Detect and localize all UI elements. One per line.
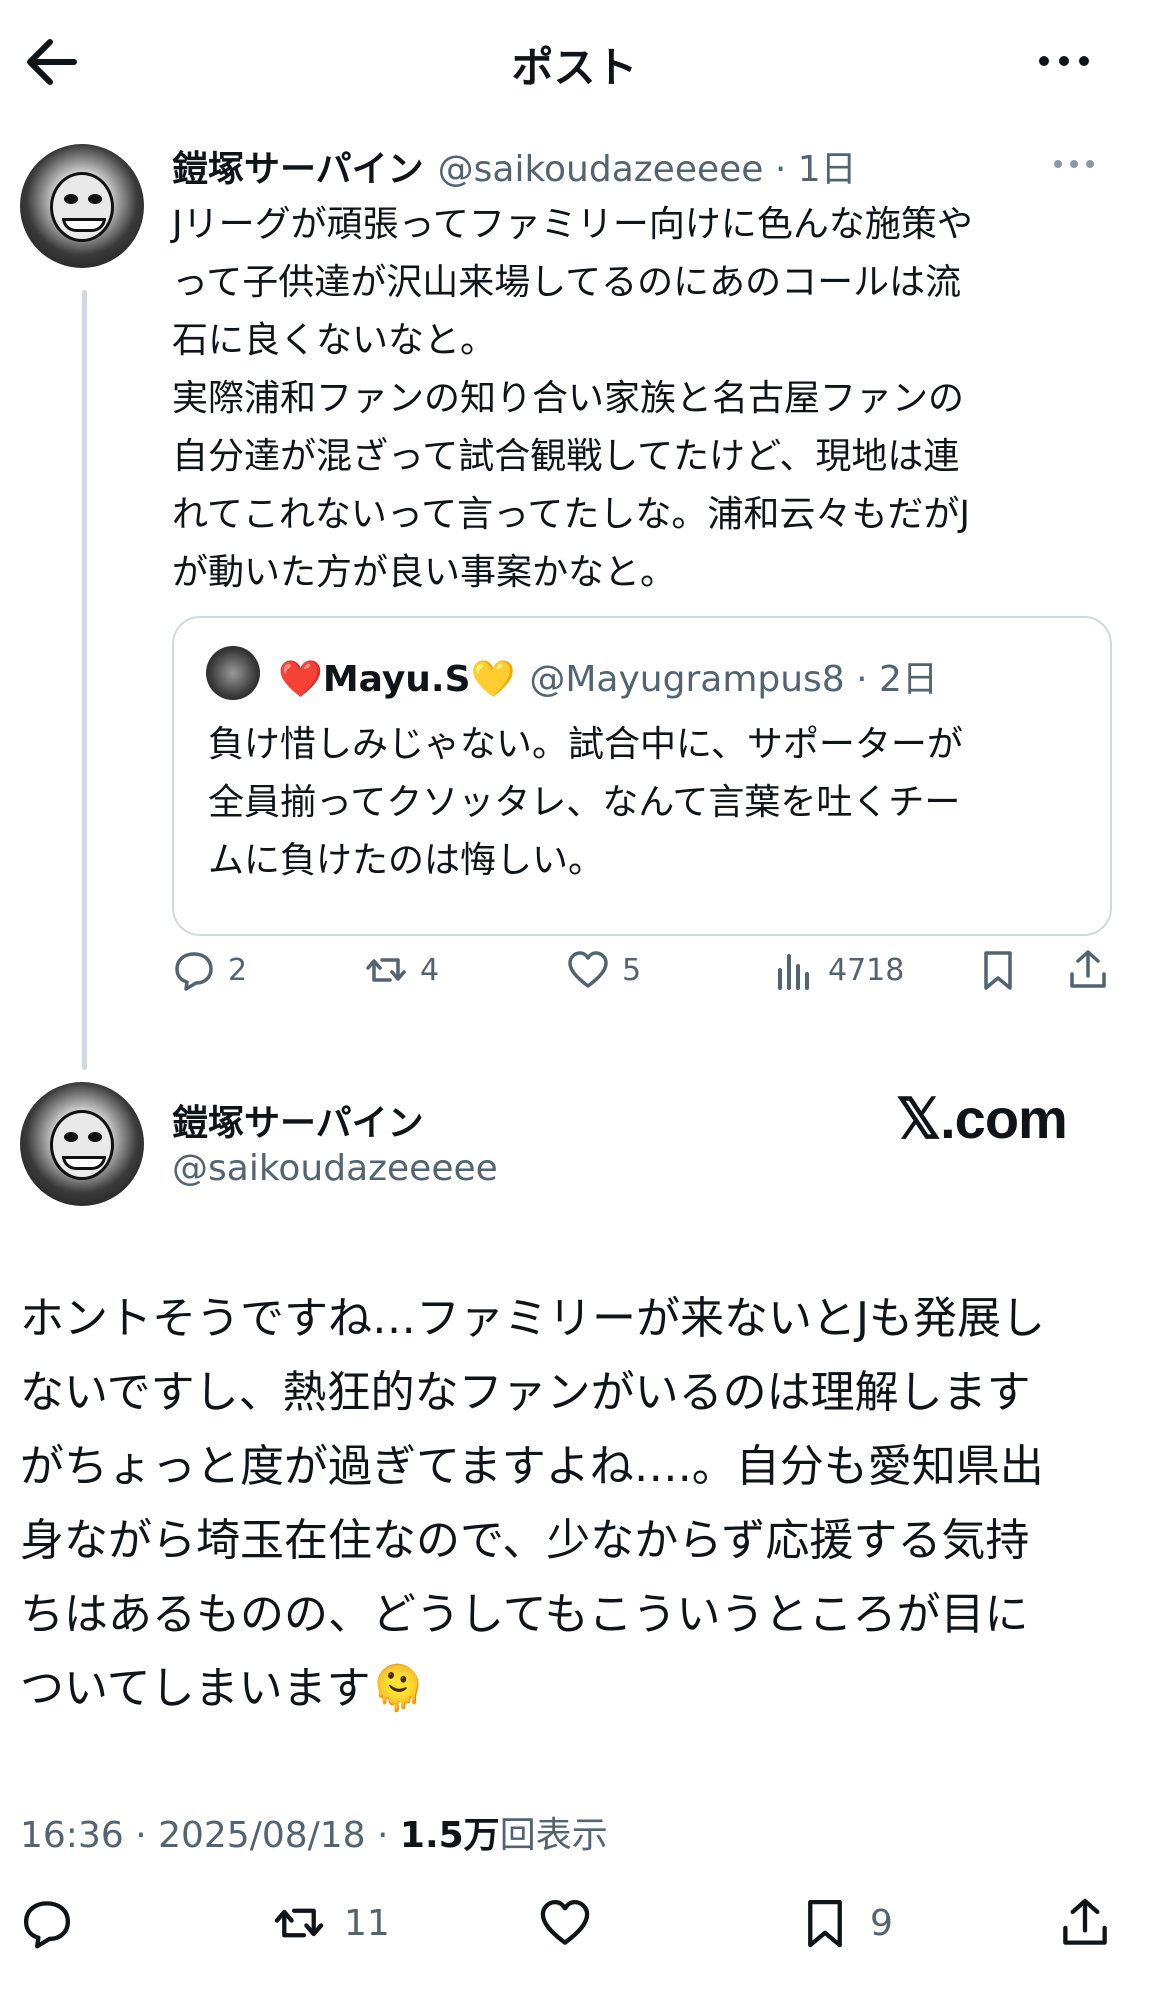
view-count: 1.5万 [399,1815,500,1856]
like-count: 5 [622,952,642,988]
share-icon [1063,1898,1107,1945]
post-timestamp: 16:36 · 2025/08/18 · [20,1815,400,1856]
view-label: 回表示 [499,1815,608,1856]
display-name[interactable]: 鎧塚サーパイン [172,140,424,192]
bookmark-button[interactable]: 9 [798,1896,893,1950]
post-more-button[interactable] [1050,156,1098,176]
bookmark-action[interactable] [976,948,1020,992]
post-text: Jリーグが頑張ってファミリー向けに色んな施策や って子供達が沢山来場してるのにあ… [172,204,973,593]
avatar[interactable] [20,144,144,268]
like-button[interactable] [538,1896,592,1950]
quote-display-name: ❤️Mayu.S💛 [278,659,516,700]
post-meta: 16:36 · 2025/08/18 · 1.5万回表示 [20,1806,608,1858]
reply-text: ホントそうですね…ファミリーが来ないとJも発展し ないですし、熱狂的なファンがい… [20,1293,1045,1714]
repost-icon [274,1908,324,1938]
share-button[interactable] [1058,1896,1112,1950]
reply-icon [175,952,213,991]
reply-display-name[interactable]: 鎧塚サーパイン [172,1094,424,1146]
repost-count: 11 [344,1902,390,1944]
repost-icon [366,958,406,982]
repost-action[interactable]: 4 [364,948,439,992]
xcom-badge: 𝕏.com [896,1087,1068,1150]
reply-icon [23,1901,71,1949]
views-count: 4718 [828,952,905,988]
page-title: ポスト [511,43,638,92]
quote-handle-time: @Mayugrampus8 · 2日 [529,659,938,700]
share-action[interactable] [1066,948,1110,992]
repost-count: 4 [420,952,440,988]
bookmark-icon [808,1899,842,1948]
like-action[interactable]: 5 [566,948,641,992]
quote-avatar [206,646,260,700]
like-icon [568,951,608,988]
reply-action[interactable]: 2 [172,948,247,992]
thread-connector [82,290,87,1070]
reply-count: 2 [228,952,248,988]
reply-button[interactable] [20,1896,74,1950]
bookmark-icon [984,951,1012,990]
quote-text: 負け惜しみじゃない。試合中に、サポーターが 全員揃ってクソッタレ、なんて言葉を吐… [208,724,963,881]
reply-avatar[interactable] [20,1082,144,1206]
share-icon [1070,950,1106,988]
more-icon [1054,160,1094,168]
views-icon [778,954,809,990]
more-button[interactable] [1034,46,1094,76]
like-icon [540,1899,590,1945]
handle-time[interactable]: @saikoudazeeeee · 1日 [438,140,857,192]
repost-button[interactable]: 11 [272,1896,390,1950]
views-action[interactable]: 4718 [772,948,904,992]
bookmark-count: 9 [870,1902,893,1944]
more-icon [1039,56,1089,66]
reply-handle[interactable]: @saikoudazeeeee [172,1148,498,1189]
